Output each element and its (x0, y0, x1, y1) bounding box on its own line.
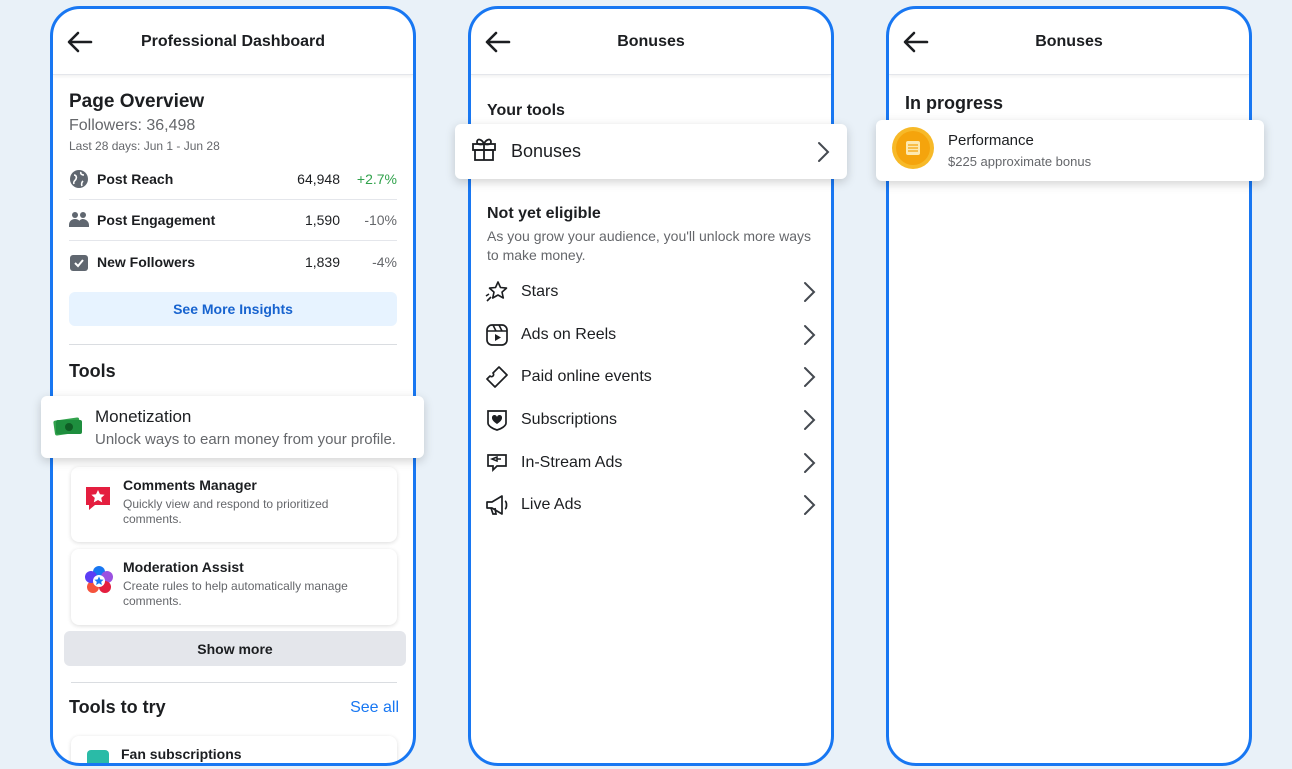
phone-bonuses-list: Bonuses Your tools Not yet eligible As y… (468, 6, 834, 766)
fan-subscriptions-icon (87, 750, 109, 763)
chevron-right-icon (804, 410, 816, 431)
ticket-icon (486, 366, 508, 389)
metric-value: 64,948 (297, 171, 340, 187)
item-label: Stars (521, 283, 559, 301)
tool-name: Fan subscriptions (121, 746, 242, 762)
people-icon (69, 212, 89, 227)
metric-label: Post Engagement (97, 212, 216, 228)
header: Bonuses (471, 9, 831, 75)
list-item-in-stream-ads[interactable]: In-Stream Ads (485, 441, 817, 484)
tool-name: Comments Manager (123, 477, 257, 493)
monetization-card[interactable]: Monetization Unlock ways to earn money f… (41, 396, 424, 458)
fan-subscriptions-card[interactable]: Fan subscriptions (71, 736, 397, 763)
item-label: Paid online events (521, 368, 652, 386)
see-more-insights-button[interactable]: See More Insights (69, 292, 397, 326)
tools-to-try-title: Tools to try (69, 697, 166, 717)
header: Professional Dashboard (53, 9, 413, 75)
comments-star-icon (86, 487, 110, 510)
tool-name: Monetization (95, 406, 192, 426)
performance-bonus-card[interactable]: Performance $225 approximate bonus (876, 120, 1264, 181)
coin-icon (892, 127, 934, 169)
chevron-right-icon (804, 452, 816, 473)
live-megaphone-icon (486, 495, 508, 516)
item-label: Subscriptions (521, 411, 618, 429)
metric-post-reach[interactable]: Post Reach 64,948 +2.7% (69, 159, 397, 200)
overview-title: Page Overview (69, 91, 205, 112)
item-label: Bonuses (511, 141, 582, 161)
divider (71, 682, 397, 683)
not-eligible-description: As you grow your audience, you'll unlock… (487, 228, 812, 263)
divider (69, 344, 397, 345)
not-eligible-section: Not yet eligible As you grow your audien… (487, 205, 817, 265)
followers-count: Followers: 36,498 (69, 117, 196, 134)
comments-manager-card[interactable]: Comments Manager Quickly view and respon… (71, 467, 397, 542)
list-item-subscriptions[interactable]: Subscriptions (485, 399, 817, 442)
metric-change: -10% (364, 212, 397, 228)
tool-name: Moderation Assist (123, 559, 244, 575)
period-label: Last 28 days: Jun 1 - Jun 28 (69, 139, 220, 153)
item-label: Live Ads (521, 496, 582, 514)
chevron-right-icon (804, 495, 816, 516)
stars-icon (485, 281, 508, 302)
tools-title: Tools (69, 361, 116, 381)
item-label: Ads on Reels (521, 325, 617, 343)
back-arrow-icon[interactable] (67, 31, 93, 53)
not-eligible-title: Not yet eligible (487, 205, 601, 222)
bonus-name: Performance (948, 132, 1034, 149)
metric-value: 1,839 (304, 253, 340, 270)
bonus-amount: $225 approximate bonus (948, 154, 1092, 169)
list-item-paid-online-events[interactable]: Paid online events (485, 356, 817, 399)
phone-professional-dashboard: Professional Dashboard Page Overview Fol… (50, 6, 416, 766)
back-arrow-icon[interactable] (485, 31, 511, 53)
reels-icon (486, 324, 508, 346)
subscriptions-heart-icon (487, 410, 507, 431)
chevron-right-icon (804, 282, 816, 303)
header: Bonuses (889, 9, 1249, 75)
back-arrow-icon[interactable] (903, 31, 929, 53)
metric-label: New Followers (97, 253, 196, 270)
metric-value: 1,590 (304, 212, 340, 228)
ineligible-tools-list: Stars Ads on Reels Paid online events Su… (485, 271, 817, 527)
list-item-ads-on-reels[interactable]: Ads on Reels (485, 314, 817, 357)
chevron-right-icon (804, 367, 816, 388)
your-tools-title: Your tools (487, 102, 565, 119)
chevron-right-icon (818, 141, 830, 162)
tool-description: Quickly view and respond to prioritized … (123, 497, 329, 526)
in-progress-title: In progress (905, 93, 1004, 113)
show-more-button[interactable]: Show more (64, 631, 406, 666)
metric-new-followers[interactable]: New Followers 1,839 -4% (69, 241, 397, 282)
page-title: Bonuses (617, 32, 685, 50)
gift-icon (472, 138, 496, 161)
metric-label: Post Reach (97, 171, 174, 187)
tool-description: Create rules to help automatically manag… (123, 579, 348, 608)
item-label: In-Stream Ads (521, 453, 623, 471)
list-item-live-ads[interactable]: Live Ads (485, 484, 817, 527)
metric-change: +2.7% (356, 171, 397, 187)
metric-change: -4% (372, 253, 397, 270)
moderation-assist-card[interactable]: Moderation Assist Create rules to help a… (71, 549, 397, 625)
chevron-right-icon (804, 324, 816, 345)
tools-to-try-header: Tools to try See all (69, 697, 399, 718)
follower-check-icon (70, 254, 88, 271)
bonuses-item[interactable]: Bonuses (455, 124, 847, 179)
see-all-link[interactable]: See all (350, 699, 399, 717)
page-title: Professional Dashboard (140, 32, 326, 50)
metric-post-engagement[interactable]: Post Engagement 1,590 -10% (69, 200, 397, 241)
moderation-flower-icon (85, 566, 113, 593)
money-bills-icon (53, 417, 82, 435)
megaphone-icon (487, 453, 507, 472)
globe-icon (70, 170, 88, 188)
page-title: Bonuses (1035, 32, 1103, 50)
list-item-stars[interactable]: Stars (485, 271, 817, 314)
tool-description: Unlock ways to earn money from your prof… (95, 430, 396, 448)
